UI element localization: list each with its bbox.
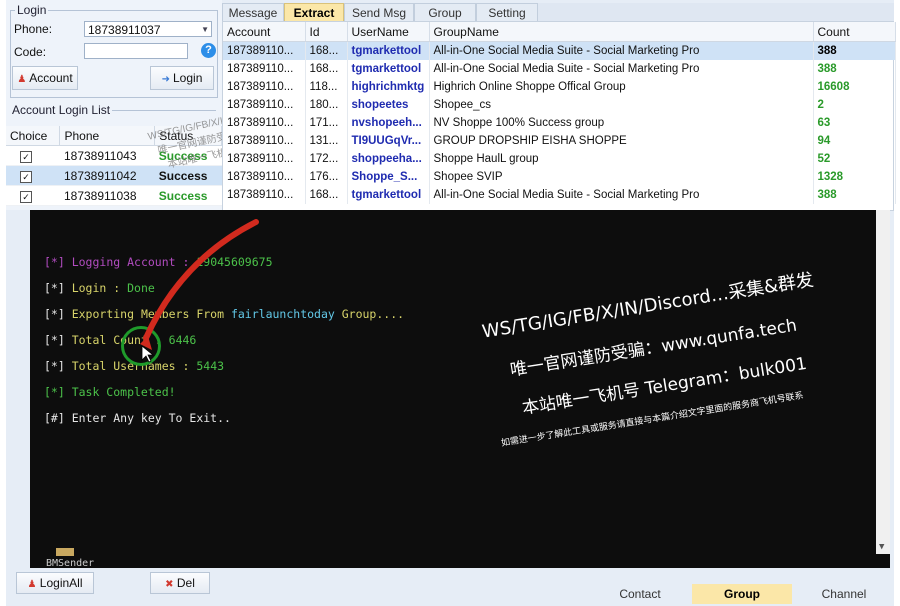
mouse-cursor-icon bbox=[141, 345, 155, 363]
users-icon: ♟ bbox=[27, 579, 37, 590]
login-all-button[interactable]: ♟ LoginAll bbox=[16, 572, 94, 594]
tab-group-bottom[interactable]: Group bbox=[692, 584, 792, 604]
tab-channel[interactable]: Channel bbox=[794, 584, 894, 604]
app-window: Login Phone: 18738911037 ▼ Code: ? ♟ Acco… bbox=[6, 0, 896, 606]
tab-contact[interactable]: Contact bbox=[590, 584, 690, 604]
delete-button[interactable]: ✖ Del bbox=[150, 572, 210, 594]
delete-icon: ✖ bbox=[165, 579, 174, 590]
